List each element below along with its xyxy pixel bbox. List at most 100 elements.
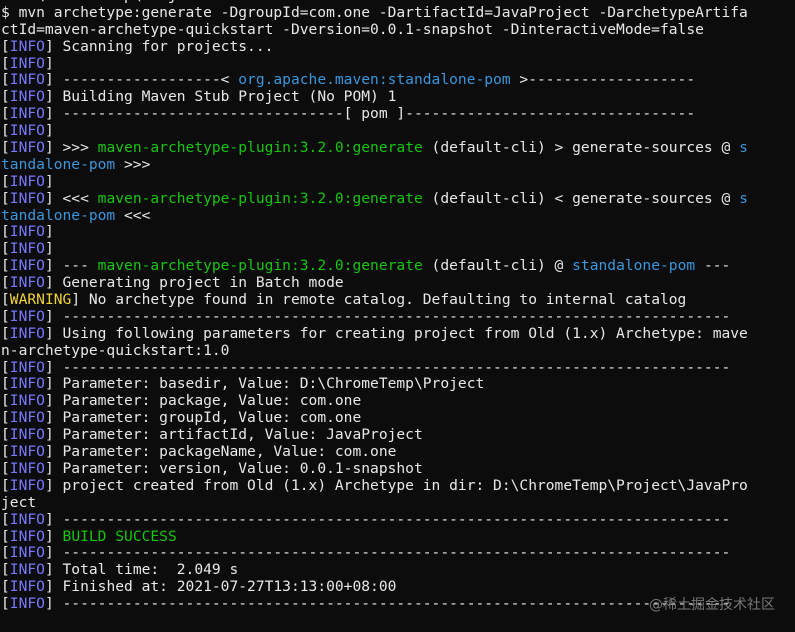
terminal-line: [INFO] --- maven-archetype-plugin:3.2.0:… (1, 258, 793, 275)
line-text: [ (1, 376, 10, 393)
line-text: ] (44, 528, 63, 545)
terminal-line: [INFO] Scanning for projects... (1, 39, 793, 56)
line-text: ] Parameter: artifactId, Value: JavaProj… (44, 427, 423, 444)
line-text: ject (1, 494, 37, 511)
line-text: ] (44, 123, 54, 140)
terminal-line: [INFO] Parameter: package, Value: com.on… (1, 393, 793, 410)
line-text: $ mvn archetype:generate -DgroupId=com.o… (1, 4, 748, 21)
terminal-line: [INFO] ------------------< org.apache.ma… (1, 72, 793, 89)
line-text: ] project created from Old (1.x) Archety… (44, 477, 748, 494)
log-level-info: INFO (9, 72, 45, 89)
terminal-line: ctId=maven-archetype-quickstart -Dversio… (1, 22, 793, 39)
log-level-info: INFO (9, 427, 45, 444)
terminal-line: [INFO] Generating project in Batch mode (1, 275, 793, 292)
line-text: [ (1, 410, 10, 427)
terminal-line: [INFO] >>> maven-archetype-plugin:3.2.0:… (1, 140, 793, 157)
line-text: ] --------------------------------[ pom … (44, 106, 696, 123)
line-text: ] (44, 55, 54, 72)
log-level-info: INFO (9, 258, 45, 275)
log-level-info: INFO (9, 38, 45, 55)
highlight-text: maven-archetype-plugin:3.2.0:generate (97, 190, 423, 207)
terminal-line: [INFO] Parameter: version, Value: 0.0.1-… (1, 461, 793, 478)
line-text: [ (1, 89, 10, 106)
log-level-info: INFO (9, 241, 45, 258)
log-level-info: INFO (9, 173, 45, 190)
line-text: (default-cli) < generate-sources @ (422, 190, 740, 207)
terminal-line: [INFO] BUILD SUCCESS (1, 529, 793, 546)
terminal-line: [INFO] ---------------------------------… (1, 309, 793, 326)
line-text: ] ------------------< (44, 72, 239, 89)
line-text: ] Building Maven Stub Project (No POM) 1 (44, 89, 397, 106)
terminal-line: [INFO] Total time: 2.049 s (1, 562, 793, 579)
terminal-window[interactable]: > D:\ChromeTemp\Project$ mvn archetype:g… (0, 0, 795, 632)
line-text: [ (1, 545, 10, 562)
terminal-line: [INFO] Parameter: artifactId, Value: Jav… (1, 427, 793, 444)
log-level-warning: WARNING (9, 292, 72, 309)
line-text: ctId=maven-archetype-quickstart -Dversio… (1, 21, 704, 38)
log-level-info: INFO (9, 325, 45, 342)
line-text: (default-cli) @ (422, 258, 573, 275)
terminal-line: tandalone-pom <<< (1, 208, 793, 225)
line-text: [ (1, 477, 10, 494)
line-text: ] --------------------------------------… (44, 308, 731, 325)
line-text: ] --------------------------------------… (44, 359, 731, 376)
line-text: --- (695, 258, 731, 275)
terminal-line: [INFO] Parameter: groupId, Value: com.on… (1, 410, 793, 427)
log-level-info: INFO (9, 376, 45, 393)
line-text: >------------------- (510, 72, 696, 89)
terminal-line: [INFO] (1, 224, 793, 241)
line-text: [ (1, 528, 10, 545)
terminal-output: > D:\ChromeTemp\Project$ mvn archetype:g… (1, 0, 793, 613)
log-level-info: INFO (9, 123, 45, 140)
line-text: >>> (115, 156, 151, 173)
line-text: > D:\ChromeTemp\Project (1, 0, 203, 4)
log-level-info: INFO (9, 460, 45, 477)
pom-name-text: s (739, 190, 748, 207)
pom-name-text: tandalone-pom (1, 156, 116, 173)
terminal-line: [INFO] (1, 56, 793, 73)
log-level-info: INFO (9, 410, 45, 427)
line-text: [ (1, 460, 10, 477)
line-text: [ (1, 359, 10, 376)
line-text: [ (1, 106, 10, 123)
line-text: [ (1, 258, 10, 275)
line-text: [ (1, 173, 10, 190)
terminal-line: [INFO] Parameter: basedir, Value: D:\Chr… (1, 376, 793, 393)
line-text: [ (1, 241, 10, 258)
line-text: ] <<< (44, 190, 98, 207)
log-level-info: INFO (9, 224, 45, 241)
line-text: [ (1, 596, 10, 613)
terminal-line: [INFO] (1, 241, 793, 258)
pom-name-text: standalone-pom (572, 258, 696, 275)
watermark: @稀土掘金技术社区 (649, 597, 775, 613)
log-level-info: INFO (9, 477, 45, 494)
terminal-line: tandalone-pom >>> (1, 157, 793, 174)
log-level-info: INFO (9, 579, 45, 596)
log-level-info: INFO (9, 393, 45, 410)
pom-name-text: org.apache.maven:standalone-pom (238, 72, 511, 89)
line-text: ] (44, 224, 54, 241)
line-text: [ (1, 224, 10, 241)
log-level-info: INFO (9, 55, 45, 72)
line-text: ] Finished at: 2021-07-27T13:13:00+08:00 (44, 579, 397, 596)
log-level-info: INFO (9, 511, 45, 528)
line-text: [ (1, 325, 10, 342)
line-text: [ (1, 190, 10, 207)
terminal-line: [INFO] ---------------------------------… (1, 360, 793, 377)
line-text: [ (1, 427, 10, 444)
log-level-info: INFO (9, 89, 45, 106)
line-text: [ (1, 72, 10, 89)
terminal-line: $ mvn archetype:generate -DgroupId=com.o… (1, 5, 793, 22)
terminal-line: [INFO] ---------------------------------… (1, 512, 793, 529)
line-text: ] Generating project in Batch mode (44, 275, 344, 292)
log-level-info: INFO (9, 528, 45, 545)
line-text: ] >>> (44, 140, 98, 157)
line-text: [ (1, 123, 10, 140)
line-text: [ (1, 308, 10, 325)
line-text: ] Scanning for projects... (44, 38, 274, 55)
line-text: [ (1, 444, 10, 461)
line-text: [ (1, 55, 10, 72)
line-text: [ (1, 292, 10, 309)
terminal-line: [INFO] project created from Old (1.x) Ar… (1, 478, 793, 495)
highlight-text: BUILD SUCCESS (62, 528, 177, 545)
